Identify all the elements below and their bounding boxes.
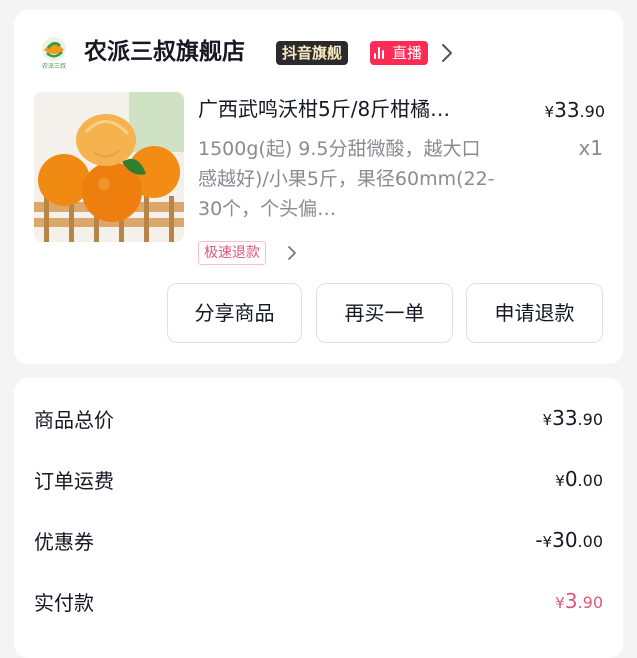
summary-label: 订单运费 bbox=[34, 468, 114, 493]
summary-row-coupon: 优惠券 -¥30.00 bbox=[34, 520, 603, 560]
summary-value-paid: ¥3.90 bbox=[555, 589, 603, 613]
product-price: ¥33.90 bbox=[545, 96, 605, 126]
shop-logo-text: 农派三叔 bbox=[42, 62, 66, 70]
summary-value: ¥33.90 bbox=[542, 406, 603, 430]
live-icon bbox=[374, 47, 388, 59]
flagship-badge: 抖音旗舰 bbox=[276, 41, 349, 65]
product-image[interactable] bbox=[34, 92, 184, 242]
order-card: 农派三叔 农派三叔旗舰店 抖音旗舰 直播 广西武鸣沃柑5斤/8斤柑橘… ¥33.… bbox=[14, 10, 623, 364]
summary-label: 实付款 bbox=[34, 590, 94, 615]
summary-row-paid: 实付款 ¥3.90 bbox=[34, 581, 603, 621]
refund-chevron-right-icon[interactable] bbox=[286, 243, 298, 263]
live-badge-label: 直播 bbox=[392, 44, 423, 62]
product-price-int: 33 bbox=[554, 98, 580, 122]
price-summary-card: 商品总价 ¥33.90 订单运费 ¥0.00 优惠券 -¥30.00 实付款 ¥… bbox=[14, 378, 623, 658]
product-title[interactable]: 广西武鸣沃柑5斤/8斤柑橘… bbox=[198, 94, 494, 124]
shop-name[interactable]: 农派三叔旗舰店 bbox=[84, 36, 245, 68]
live-badge[interactable]: 直播 bbox=[370, 41, 429, 65]
product-spec: 1500g(起) 9.5分甜微酸，越大口感越好)/小果5斤，果径60mm(22-… bbox=[198, 138, 495, 220]
fast-refund-tag[interactable]: 极速退款 bbox=[198, 241, 266, 265]
buy-again-button[interactable]: 再买一单 bbox=[316, 283, 453, 343]
share-product-button[interactable]: 分享商品 bbox=[167, 283, 302, 343]
product-price-dec: .90 bbox=[579, 102, 605, 121]
summary-label: 商品总价 bbox=[34, 407, 114, 432]
request-refund-button[interactable]: 申请退款 bbox=[466, 283, 603, 343]
product-price-symbol: ¥ bbox=[544, 103, 555, 121]
summary-value: ¥0.00 bbox=[555, 467, 603, 491]
shop-logo-icon[interactable]: 农派三叔 bbox=[36, 34, 72, 70]
summary-value: -¥30.00 bbox=[535, 528, 603, 552]
product-quantity: x1 bbox=[578, 136, 603, 160]
chevron-right-icon[interactable] bbox=[439, 40, 455, 66]
summary-row-shipping: 订单运费 ¥0.00 bbox=[34, 459, 603, 499]
summary-label: 优惠券 bbox=[34, 529, 94, 554]
summary-row-total: 商品总价 ¥33.90 bbox=[34, 398, 603, 438]
